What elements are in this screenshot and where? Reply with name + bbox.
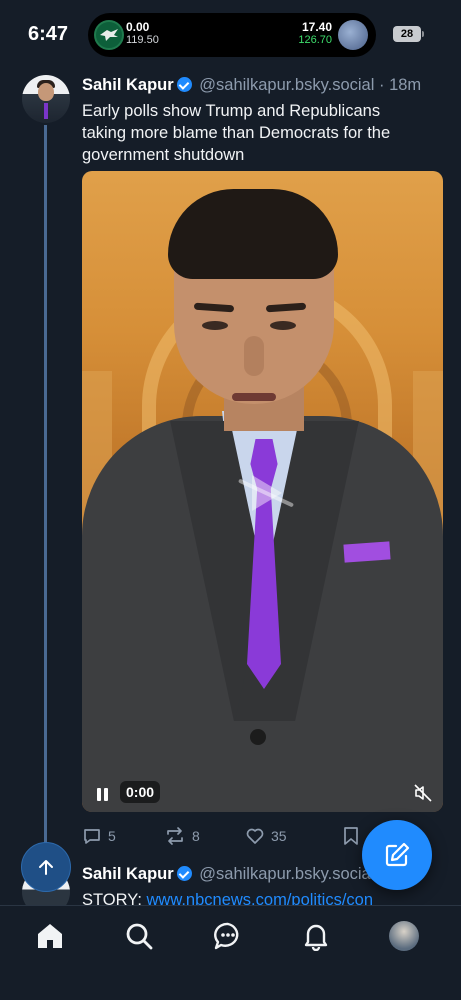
arrow-up-icon — [39, 860, 53, 875]
tab-chat[interactable] — [212, 920, 244, 952]
avatar[interactable] — [22, 75, 70, 123]
repost-button[interactable]: 8 — [164, 826, 200, 846]
thread-line — [44, 125, 47, 845]
team-logo-right-icon — [338, 20, 368, 50]
scroll-to-top-button[interactable] — [21, 842, 71, 892]
play-icon[interactable] — [237, 467, 295, 519]
status-bar: 6:47 0.00 119.50 17.40 126.70 28 — [0, 0, 461, 64]
chat-icon — [214, 922, 239, 950]
battery-tip — [422, 31, 424, 37]
live-activity-scoreboard[interactable]: 0.00 119.50 17.40 126.70 — [88, 13, 376, 57]
post-text: Early polls show Trump and Republicans t… — [82, 102, 391, 164]
search-icon — [126, 923, 153, 950]
repost-count: 8 — [192, 828, 200, 844]
author-name[interactable]: Sahil Kapur — [82, 76, 174, 94]
home-icon — [38, 924, 62, 948]
post-age: 18m — [389, 76, 422, 94]
tab-notifications[interactable] — [300, 920, 332, 952]
bell-icon — [304, 924, 328, 951]
app-screen: 6:47 0.00 119.50 17.40 126.70 28 Sahil K… — [0, 0, 461, 1000]
score-left-sub: 119.50 — [126, 34, 159, 46]
bookmark-icon — [344, 827, 358, 845]
author-handle[interactable]: @sahilkapur.bsky.social — [199, 76, 374, 94]
profile-avatar — [389, 921, 419, 951]
tab-home[interactable] — [34, 920, 66, 952]
reply-count: 5 — [108, 828, 116, 844]
verified-badge-icon — [176, 866, 192, 881]
score-right-sub: 126.70 — [298, 34, 332, 46]
author-name[interactable]: Sahil Kapur — [82, 865, 174, 883]
tab-profile[interactable] — [388, 920, 420, 952]
video-player[interactable]: 0:00 — [82, 171, 443, 812]
compose-icon — [385, 842, 410, 867]
bottom-tab-bar — [0, 905, 461, 1000]
score-left: 0.00 119.50 — [126, 21, 159, 47]
score-right: 17.40 126.70 — [298, 21, 332, 47]
pause-icon[interactable] — [91, 783, 113, 805]
post2-header: Sahil Kapur @sahilkapur.bsky.social — [82, 864, 374, 884]
verified-badge-icon — [176, 77, 192, 92]
tab-search[interactable] — [123, 920, 155, 952]
like-button[interactable]: 35 — [245, 826, 287, 846]
heart-icon — [246, 828, 264, 844]
battery-indicator: 28 — [393, 26, 421, 42]
reply-button[interactable]: 5 — [82, 826, 116, 846]
compose-button[interactable] — [362, 820, 432, 890]
team-logo-left-icon — [94, 20, 124, 50]
author-handle[interactable]: @sahilkapur.bsky.social — [199, 865, 374, 883]
score-right-main: 17.40 — [301, 20, 332, 34]
bookmark-button[interactable] — [342, 826, 360, 846]
mute-icon[interactable] — [413, 783, 433, 803]
post-header: Sahil Kapur @sahilkapur.bsky.social · 18… — [82, 75, 421, 95]
score-left-main: 0.00 — [126, 20, 150, 34]
video-time: 0:00 — [120, 781, 161, 803]
separator: · — [378, 76, 385, 94]
reply-icon — [84, 829, 100, 844]
status-time: 6:47 — [28, 23, 69, 45]
repost-icon — [167, 827, 183, 845]
like-count: 35 — [271, 828, 287, 844]
